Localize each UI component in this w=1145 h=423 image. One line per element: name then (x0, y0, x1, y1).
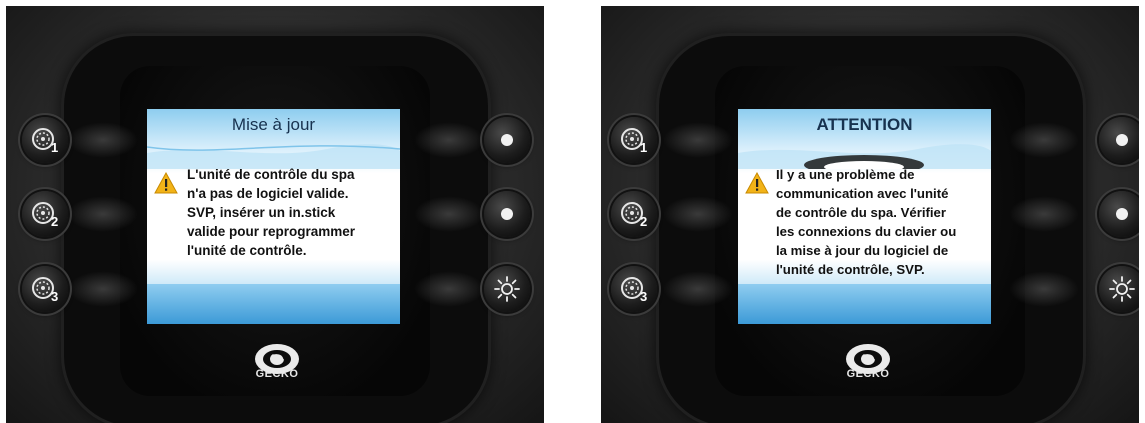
down-button[interactable] (1099, 191, 1139, 237)
pump-2-button[interactable]: 2 (22, 191, 68, 237)
message-line: l'unité de contrôle. (187, 243, 307, 258)
message-line: la mise à jour du logiciel de (776, 243, 949, 258)
pump-number: 3 (51, 289, 59, 304)
pump-3-icon (32, 277, 54, 299)
button-glow (1009, 122, 1079, 158)
dot-icon (501, 134, 513, 146)
pump-number: 1 (51, 140, 59, 155)
pump-1-button[interactable]: 1 (22, 117, 68, 163)
message-text: Il y a une problème de communication ave… (776, 165, 986, 279)
up-button[interactable] (484, 117, 530, 163)
message-line: L'unité de contrôle du spa (187, 167, 355, 182)
keypad-panel-update: 1 2 3 Mise à jour L'unité de contrôle du… (6, 6, 544, 423)
screen-title: ATTENTION (816, 115, 913, 134)
message-line: les connexions du clavier ou (776, 224, 957, 239)
dot-icon (1116, 134, 1128, 146)
message-line: Il y a une problème de (776, 167, 915, 182)
message-line: SVP, insérer un in.stick (187, 205, 336, 220)
message-line: l'unité de contrôle, SVP. (776, 262, 925, 277)
button-glow (663, 271, 733, 307)
dot-icon (501, 208, 513, 220)
pump-3-button[interactable]: 3 (22, 266, 68, 312)
pump-number: 3 (640, 289, 648, 304)
button-glow (414, 271, 484, 307)
brand-name: GECKO (846, 368, 890, 380)
message-line: valide pour reprogrammer (187, 224, 356, 239)
pump-1-button[interactable]: 1 (611, 117, 657, 163)
message-text: L'unité de contrôle du spa n'a pas de lo… (187, 165, 397, 260)
pump-3-icon (621, 277, 643, 299)
button-glow (663, 122, 733, 158)
message-line: de contrôle du spa. Vérifier (776, 205, 947, 220)
message-line: n'a pas de logiciel valide. (187, 186, 349, 201)
button-glow (68, 196, 138, 232)
button-glow (1009, 271, 1079, 307)
screen-title: Mise à jour (231, 115, 316, 134)
button-glow (414, 122, 484, 158)
lcd-screen: ATTENTION Il y a une problème de communi… (738, 109, 991, 324)
lcd-screen: Mise à jour L'unité de contrôle du spa n… (147, 109, 400, 324)
pump-3-button[interactable]: 3 (611, 266, 657, 312)
dot-icon (1116, 208, 1128, 220)
button-glow (68, 122, 138, 158)
pump-2-button[interactable]: 2 (611, 191, 657, 237)
pump-2-icon (621, 202, 643, 224)
light-button[interactable] (484, 266, 530, 312)
light-icon (494, 276, 520, 302)
up-button[interactable] (1099, 117, 1139, 163)
message-line: communication avec l'unité (776, 186, 949, 201)
pump-1-icon (621, 128, 643, 150)
button-glow (68, 271, 138, 307)
button-glow (663, 196, 733, 232)
warning-triangle-icon (154, 172, 178, 194)
water-bottom-decoration (147, 284, 400, 324)
keypad-panel-attention: 1 2 3 ATTENTION Il y a une problème de c… (601, 6, 1139, 423)
brand-name: GECKO (255, 368, 299, 380)
pump-number: 2 (640, 214, 648, 229)
light-button[interactable] (1099, 266, 1139, 312)
warning-triangle-icon (745, 172, 769, 194)
pump-1-icon (32, 128, 54, 150)
pump-number: 1 (640, 140, 648, 155)
down-button[interactable] (484, 191, 530, 237)
button-glow (1009, 196, 1079, 232)
button-glow (414, 196, 484, 232)
light-icon (1109, 276, 1135, 302)
pump-2-icon (32, 202, 54, 224)
water-bottom-decoration (738, 284, 991, 324)
pump-number: 2 (51, 214, 59, 229)
